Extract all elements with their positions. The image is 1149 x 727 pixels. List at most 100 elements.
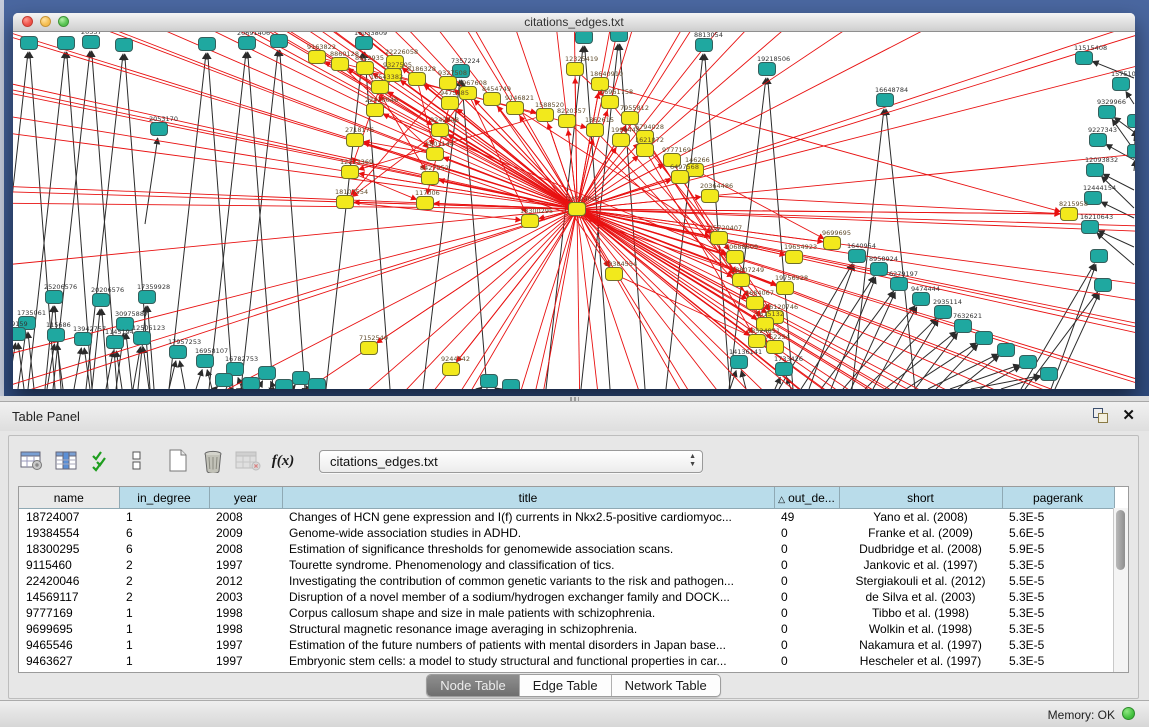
table-row[interactable]: 1456911722003Disruption of a novel membe… — [19, 589, 1114, 605]
column-header-short[interactable]: short — [839, 487, 1002, 509]
graph-node[interactable] — [637, 144, 654, 157]
graph-node[interactable] — [1095, 279, 1112, 292]
table-scrollbar-thumb[interactable] — [1116, 510, 1125, 570]
graph-node[interactable] — [522, 215, 539, 228]
citation-network-graph[interactable]: 1603380973572248813054192185062069140620… — [13, 32, 1135, 389]
graph-node[interactable] — [75, 333, 92, 346]
graph-node[interactable] — [1082, 221, 1099, 234]
graph-node[interactable] — [1091, 250, 1108, 263]
graph-node[interactable] — [372, 81, 389, 94]
graph-node[interactable] — [913, 293, 930, 306]
graph-node[interactable] — [731, 356, 748, 369]
graph-node[interactable] — [293, 372, 310, 385]
graph-node[interactable] — [427, 148, 444, 161]
table-selector-dropdown[interactable]: citations_edges.txt ▲▼ — [319, 450, 703, 473]
graph-node[interactable] — [259, 367, 276, 380]
graph-node[interactable] — [1041, 368, 1058, 381]
column-header-year[interactable]: year — [209, 487, 282, 509]
graph-node[interactable] — [613, 134, 630, 147]
graph-node[interactable] — [672, 171, 689, 184]
graph-node[interactable] — [602, 96, 619, 109]
graph-node[interactable] — [442, 97, 459, 110]
delete-table-button[interactable] — [235, 448, 261, 474]
graph-node[interactable] — [443, 363, 460, 376]
column-header-indegree[interactable]: in_degree — [119, 487, 209, 509]
graph-node[interactable] — [702, 190, 719, 203]
graph-node[interactable] — [116, 39, 133, 52]
graph-node[interactable] — [507, 102, 524, 115]
graph-node[interactable] — [422, 172, 439, 185]
graph-node[interactable] — [337, 196, 354, 209]
delete-column-button[interactable] — [200, 448, 226, 474]
graph-node[interactable] — [1128, 115, 1136, 128]
graph-node[interactable] — [877, 94, 894, 107]
graph-node[interactable] — [356, 37, 373, 50]
graph-node[interactable] — [587, 124, 604, 137]
graph-node[interactable] — [309, 51, 326, 64]
close-panel-icon[interactable]: ✕ — [1122, 408, 1135, 423]
tab-node-table[interactable]: Node Table — [427, 675, 519, 696]
table-vertical-scrollbar[interactable] — [1113, 508, 1128, 672]
network-window-titlebar[interactable]: citations_edges.txt — [13, 13, 1135, 32]
graph-node[interactable] — [767, 341, 784, 354]
graph-node[interactable] — [197, 355, 214, 368]
graph-node[interactable] — [93, 294, 110, 307]
graph-node[interactable] — [332, 58, 349, 71]
memory-status-icon[interactable] — [1122, 707, 1135, 720]
graph-node[interactable] — [1020, 356, 1037, 369]
graph-node[interactable] — [1090, 134, 1107, 147]
table-row[interactable]: 2242004622012Investigating the contribut… — [19, 573, 1114, 589]
graph-node[interactable] — [107, 336, 124, 349]
graph-node[interactable] — [849, 250, 866, 263]
graph-node[interactable] — [239, 37, 256, 50]
graph-node[interactable] — [503, 380, 520, 390]
graph-node[interactable] — [935, 306, 952, 319]
graph-node[interactable] — [606, 268, 623, 281]
graph-node[interactable] — [199, 38, 216, 51]
graph-node[interactable] — [1076, 52, 1093, 65]
graph-node[interactable] — [759, 63, 776, 76]
select-all-rows-button[interactable] — [89, 448, 115, 474]
graph-node[interactable] — [733, 274, 750, 287]
graph-node[interactable] — [1113, 78, 1130, 91]
table-row[interactable]: 946362711997Embryonic stem cells: a mode… — [19, 653, 1114, 669]
graph-node[interactable] — [243, 378, 260, 390]
graph-node[interactable] — [361, 342, 378, 355]
graph-node[interactable] — [481, 375, 498, 388]
column-header-outde[interactable]: △out_de... — [774, 487, 839, 509]
graph-node[interactable] — [955, 320, 972, 333]
graph-node[interactable] — [1061, 208, 1078, 221]
table-row[interactable]: 969969511998Structural magnetic resonanc… — [19, 621, 1114, 637]
graph-node[interactable] — [417, 197, 434, 210]
graph-node[interactable] — [151, 123, 168, 136]
graph-node[interactable] — [537, 109, 554, 122]
create-column-button[interactable] — [165, 448, 191, 474]
column-header-pagerank[interactable]: pagerank — [1002, 487, 1114, 509]
graph-node[interactable] — [1128, 145, 1136, 158]
graph-node[interactable] — [440, 77, 457, 90]
table-row[interactable]: 946554611997Estimation of the future num… — [19, 637, 1114, 653]
graph-node[interactable] — [13, 328, 26, 341]
column-header-title[interactable]: title — [282, 487, 774, 509]
graph-node[interactable] — [998, 344, 1015, 357]
graph-node[interactable] — [824, 237, 841, 250]
graph-node[interactable] — [1099, 106, 1116, 119]
graph-node[interactable] — [347, 134, 364, 147]
graph-node[interactable] — [786, 251, 803, 264]
graph-node[interactable] — [432, 124, 449, 137]
graph-node[interactable] — [58, 37, 75, 50]
graph-node[interactable] — [611, 32, 628, 42]
graph-node[interactable] — [134, 332, 151, 345]
graph-node[interactable] — [696, 39, 713, 52]
graph-node[interactable] — [891, 278, 908, 291]
table-settings-button[interactable] — [19, 448, 45, 474]
graph-node[interactable] — [271, 35, 288, 48]
graph-node[interactable] — [276, 380, 293, 390]
tab-edge-table[interactable]: Edge Table — [519, 675, 611, 696]
table-row[interactable]: 977716911998Corpus callosum shape and si… — [19, 605, 1114, 621]
graph-node[interactable] — [1087, 164, 1104, 177]
tab-network-table[interactable]: Network Table — [611, 675, 720, 696]
graph-node[interactable] — [569, 203, 586, 216]
graph-node[interactable] — [216, 374, 233, 387]
graph-node[interactable] — [484, 93, 501, 106]
